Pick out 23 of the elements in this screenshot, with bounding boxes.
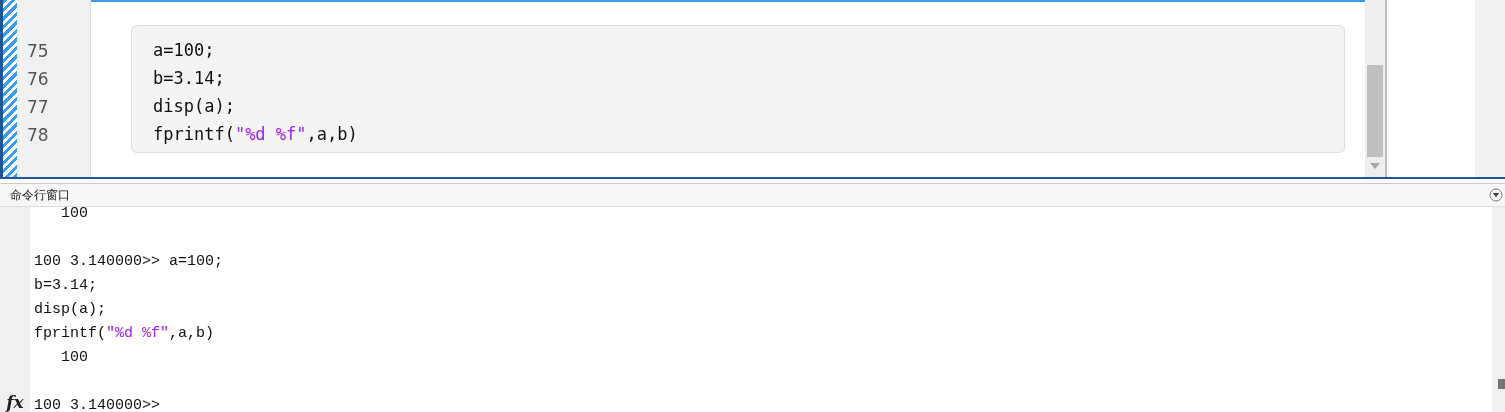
- panel-title: 命令行窗口: [10, 186, 70, 204]
- code-line: fprintf("%d %f",a,b): [153, 123, 358, 146]
- line-number: 76: [27, 68, 49, 91]
- output-line: 100 3.140000>>: [34, 397, 161, 412]
- output-line: b=3.14;: [34, 277, 97, 294]
- scroll-thumb[interactable]: [1498, 379, 1505, 389]
- scroll-down-icon[interactable]: [1370, 163, 1380, 169]
- line-number: 75: [27, 40, 49, 63]
- dropdown-icon[interactable]: [1489, 188, 1503, 202]
- scroll-thumb[interactable]: [1367, 65, 1383, 157]
- line-number: 78: [27, 124, 49, 147]
- code-line: a=100;: [153, 39, 215, 62]
- output-line: 100: [60, 205, 88, 222]
- function-icon[interactable]: fx: [6, 391, 24, 412]
- output-line: 100: [60, 349, 88, 366]
- line-number: 77: [27, 96, 49, 119]
- output-line: fprintf("%d %f",a,b): [34, 325, 215, 342]
- code-line: disp(a);: [153, 95, 235, 118]
- code-line: b=3.14;: [153, 67, 225, 90]
- scrollbar[interactable]: [1365, 0, 1387, 177]
- scrollbar[interactable]: [1492, 207, 1505, 412]
- output-line: 100 3.140000>> a=100;: [34, 253, 224, 270]
- output-line: disp(a);: [34, 301, 106, 318]
